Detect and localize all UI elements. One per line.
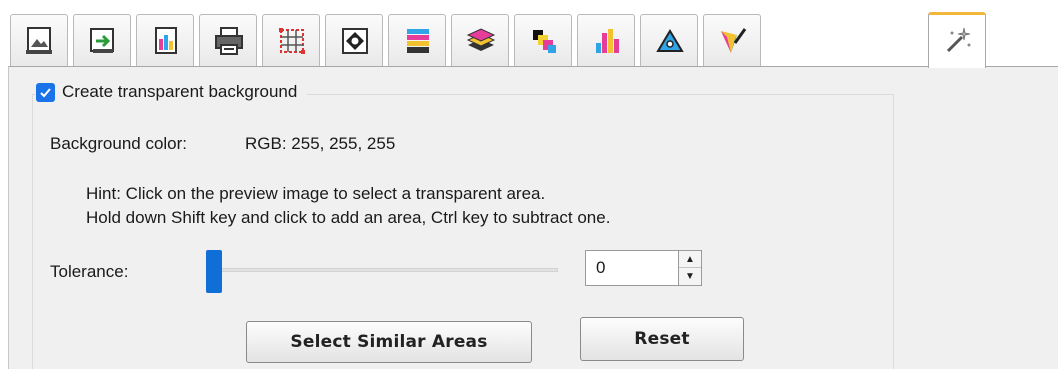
reset-button[interactable]: Reset bbox=[580, 317, 744, 361]
checkmark-icon bbox=[40, 87, 51, 97]
magic-wand-icon bbox=[946, 27, 971, 53]
layers-icon bbox=[466, 28, 496, 51]
tab-tone-curve[interactable] bbox=[640, 14, 698, 66]
tone-curve-icon bbox=[656, 29, 684, 52]
transparent-background-checkbox[interactable] bbox=[36, 82, 55, 102]
tab-cmyk-overlap[interactable] bbox=[514, 14, 572, 66]
tolerance-label: Tolerance: bbox=[50, 262, 129, 281]
crop-grid-icon bbox=[279, 28, 305, 54]
background-color-label: Background color: bbox=[50, 134, 188, 153]
tab-export[interactable] bbox=[73, 14, 131, 66]
tab-layers[interactable] bbox=[451, 14, 509, 66]
transparent-background-checkbox-row[interactable]: Create transparent background bbox=[36, 79, 308, 105]
select-similar-areas-button[interactable]: Select Similar Areas bbox=[246, 321, 532, 363]
tab-color-bars[interactable] bbox=[388, 14, 446, 66]
color-picker-icon bbox=[721, 28, 747, 53]
tab-image-document[interactable] bbox=[10, 14, 68, 66]
tab-sharpen[interactable] bbox=[325, 14, 383, 66]
image-document-icon bbox=[26, 27, 52, 54]
tab-color-picker[interactable] bbox=[703, 14, 761, 66]
spin-down-icon[interactable]: ▼ bbox=[679, 268, 701, 285]
tolerance-spin-buttons: ▲ ▼ bbox=[678, 250, 702, 286]
cmyk-overlap-icon bbox=[533, 30, 556, 53]
background-color-value: RGB: 255, 255, 255 bbox=[245, 134, 396, 153]
hint-line-2: Hold down Shift key and click to add an … bbox=[86, 208, 611, 227]
sharpen-icon bbox=[342, 28, 368, 54]
transparent-background-label: Create transparent background bbox=[62, 82, 298, 101]
tolerance-spin-input[interactable]: 0 bbox=[585, 250, 679, 286]
hint-line-1: Hint: Click on the preview image to sele… bbox=[86, 184, 546, 203]
tab-crop-grid[interactable] bbox=[262, 14, 320, 66]
tab-color-image[interactable] bbox=[136, 14, 194, 66]
tab-cmyk-channels[interactable] bbox=[577, 14, 635, 66]
tolerance-slider-track[interactable] bbox=[208, 268, 558, 272]
tab-bar bbox=[0, 0, 1058, 68]
printer-icon bbox=[215, 27, 243, 55]
tab-magic-wand[interactable] bbox=[928, 12, 986, 68]
color-image-icon bbox=[155, 27, 177, 54]
tolerance-slider-thumb[interactable] bbox=[206, 250, 222, 293]
color-bars-icon bbox=[407, 29, 429, 53]
spin-up-icon[interactable]: ▲ bbox=[679, 251, 701, 268]
export-arrow-icon bbox=[90, 28, 114, 53]
tab-printer[interactable] bbox=[199, 14, 257, 66]
cmyk-channels-icon bbox=[596, 29, 619, 53]
